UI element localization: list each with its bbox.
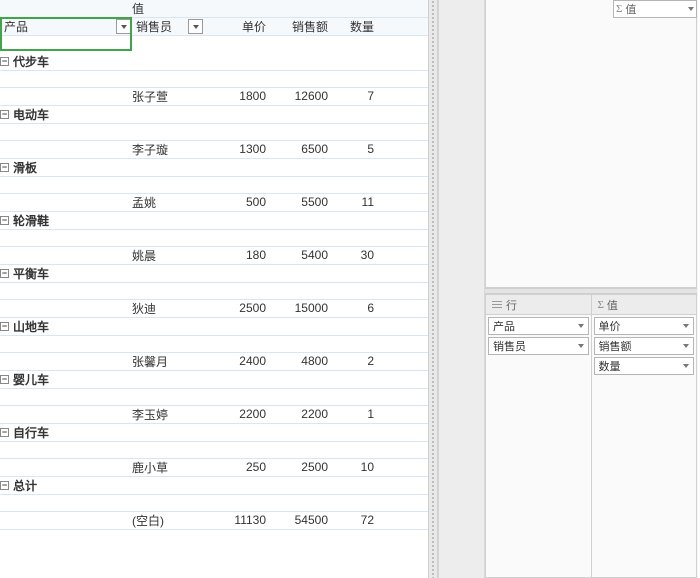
col-header-product[interactable]: 产品 xyxy=(0,18,132,36)
col-header-price: 单价 xyxy=(204,18,266,36)
data-row[interactable]: 狄迪 2500 15000 6 xyxy=(0,299,428,317)
collapse-icon[interactable]: − xyxy=(0,269,9,278)
values-area[interactable]: Σ 值 单价 销售额 数量 xyxy=(592,294,698,578)
collapse-icon[interactable]: − xyxy=(0,428,9,437)
rows-area-header: 行 xyxy=(486,295,591,315)
rows-area[interactable]: 行 产品 销售员 xyxy=(485,294,592,578)
data-row[interactable]: 张子萱 1800 12600 7 xyxy=(0,87,428,105)
panel-gutter xyxy=(439,0,485,578)
values-area-header: Σ 值 xyxy=(592,295,697,315)
group-header-row[interactable]: −山地车 xyxy=(0,317,428,335)
sigma-icon: Σ xyxy=(598,299,604,311)
grand-total-row[interactable]: (空白) 11130 54500 72 xyxy=(0,511,428,529)
group-header-row[interactable]: −自行车 xyxy=(0,423,428,441)
collapse-icon[interactable]: − xyxy=(0,375,9,384)
chevron-down-icon xyxy=(683,324,689,328)
collapse-icon[interactable]: − xyxy=(0,216,9,225)
value-field-price[interactable]: 单价 xyxy=(594,317,695,335)
value-field-amount[interactable]: 销售额 xyxy=(594,337,695,355)
collapse-icon[interactable]: − xyxy=(0,163,9,172)
data-row[interactable]: 张馨月 2400 4800 2 xyxy=(0,352,428,370)
sigma-icon: Σ xyxy=(616,3,622,15)
data-row[interactable]: 孟姚 500 5500 11 xyxy=(0,193,428,211)
pivot-table: 值 产品 销售员 单价 销售额 数量 −代步车 张子萱 xyxy=(0,0,428,530)
row-field-salesperson[interactable]: 销售员 xyxy=(488,337,589,355)
data-row[interactable]: 鹿小草 250 2500 10 xyxy=(0,458,428,476)
values-super-header: 值 xyxy=(132,0,374,18)
collapse-icon[interactable]: − xyxy=(0,322,9,331)
data-row[interactable]: 李子璇 1300 6500 5 xyxy=(0,140,428,158)
group-header-row[interactable]: −轮滑鞋 xyxy=(0,211,428,229)
sigma-values-pill[interactable]: Σ 值 xyxy=(613,0,697,18)
col-header-amount: 销售额 xyxy=(266,18,328,36)
group-header-row[interactable]: −代步车 xyxy=(0,53,428,71)
rows-icon xyxy=(492,301,502,309)
group-header-row[interactable]: −平衡车 xyxy=(0,264,428,282)
collapse-icon[interactable]: − xyxy=(0,110,9,119)
value-field-qty[interactable]: 数量 xyxy=(594,357,695,375)
data-row[interactable]: 李玉婷 2200 2200 1 xyxy=(0,405,428,423)
pivot-field-panel: Σ 值 行 产品 销售员 Σ 值 xyxy=(438,0,698,578)
chevron-down-icon xyxy=(578,344,584,348)
col-header-salesperson[interactable]: 销售员 xyxy=(132,18,204,36)
group-header-row[interactable]: −滑板 xyxy=(0,158,428,176)
collapse-icon[interactable]: − xyxy=(0,481,9,490)
row-field-product[interactable]: 产品 xyxy=(488,317,589,335)
vertical-splitter[interactable] xyxy=(428,0,438,578)
salesperson-filter-dropdown[interactable] xyxy=(188,19,203,34)
group-header-row[interactable]: −电动车 xyxy=(0,105,428,123)
chevron-down-icon xyxy=(688,7,694,11)
data-row[interactable]: 姚晨 180 5400 30 xyxy=(0,246,428,264)
group-header-row[interactable]: −总计 xyxy=(0,476,428,494)
collapse-icon[interactable]: − xyxy=(0,57,9,66)
chevron-down-icon xyxy=(683,364,689,368)
chevron-down-icon xyxy=(578,324,584,328)
product-filter-dropdown[interactable] xyxy=(116,19,131,34)
group-header-row[interactable]: −婴儿车 xyxy=(0,370,428,388)
columns-drop-zone[interactable] xyxy=(485,0,697,288)
pivot-table-area: 值 产品 销售员 单价 销售额 数量 −代步车 张子萱 xyxy=(0,0,428,578)
col-header-qty: 数量 xyxy=(328,18,374,36)
chevron-down-icon xyxy=(683,344,689,348)
